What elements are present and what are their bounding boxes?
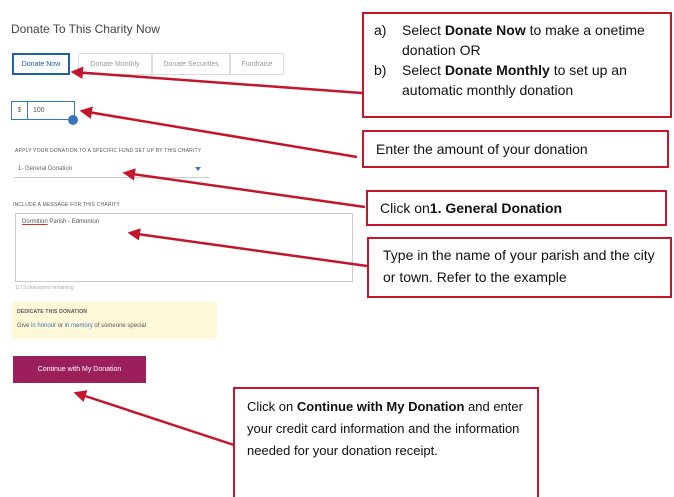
in-memory-link[interactable]: in memory (65, 323, 93, 329)
tab-fundraise[interactable]: Fundraise (230, 53, 284, 75)
callout-b-text: Select Donate Monthly to set up an autom… (402, 62, 627, 98)
tab-donate-now[interactable]: Donate Now (12, 53, 70, 75)
fund-selected-value: 1- General Donation (18, 166, 73, 172)
arrow-continue (73, 390, 235, 447)
fund-label: APPLY YOUR DONATION TO A SPECIFIC FUND S… (15, 148, 202, 154)
callout-amount: Enter the amount of your donation (362, 130, 669, 168)
message-label: INCLUDE A MESSAGE FOR THIS CHARITY (13, 202, 121, 208)
arrow-tabs (70, 66, 363, 95)
continue-button[interactable]: Continue with My Donation (13, 356, 146, 383)
dedicate-or: or (56, 323, 65, 329)
callout-a-marker: a) (374, 22, 387, 38)
fund-select[interactable]: 1- General Donation (14, 161, 209, 178)
in-honour-link[interactable]: in honour (31, 323, 56, 329)
dedicate-box: DEDICATE THIS DONATION Give in honour or… (12, 302, 217, 339)
arrow-fund (122, 168, 366, 209)
callout-continue: Click on Continue with My Donation and e… (233, 387, 539, 497)
callout-b-marker: b) (374, 62, 387, 78)
callout-tabs: a) Select Donate Now to make a onetime do… (362, 12, 672, 118)
dedicate-text: Give in honour or in memory of someone s… (17, 323, 146, 329)
dedicate-tail: of someone special (92, 323, 147, 329)
checkmark-icon (68, 115, 78, 125)
chevron-down-icon (195, 167, 201, 171)
callout-fund: Click on 1. General Donation (366, 190, 667, 226)
message-textarea[interactable]: Dormition Parish - Edmonton (15, 213, 353, 282)
message-text: Parish - Edmonton (47, 219, 100, 225)
amount-value[interactable]: 100 (28, 107, 45, 114)
dedicate-give: Give (17, 323, 32, 329)
callout-a-text: Select Donate Now to make a onetime dona… (402, 22, 645, 58)
currency-symbol: $ (12, 102, 28, 119)
callout-message: Type in the name of your parish and the … (367, 237, 672, 298)
amount-field[interactable]: $ 100 (11, 101, 75, 120)
dedicate-heading: DEDICATE THIS DONATION (17, 309, 88, 315)
page-title: Donate To This Charity Now (11, 22, 160, 36)
chars-remaining: 1173 characters remaining (15, 285, 74, 291)
message-word: Dormition (22, 219, 48, 225)
tab-donate-monthly[interactable]: Donate Monthly (78, 53, 152, 75)
tab-donate-securities[interactable]: Donate Securities (152, 53, 230, 75)
